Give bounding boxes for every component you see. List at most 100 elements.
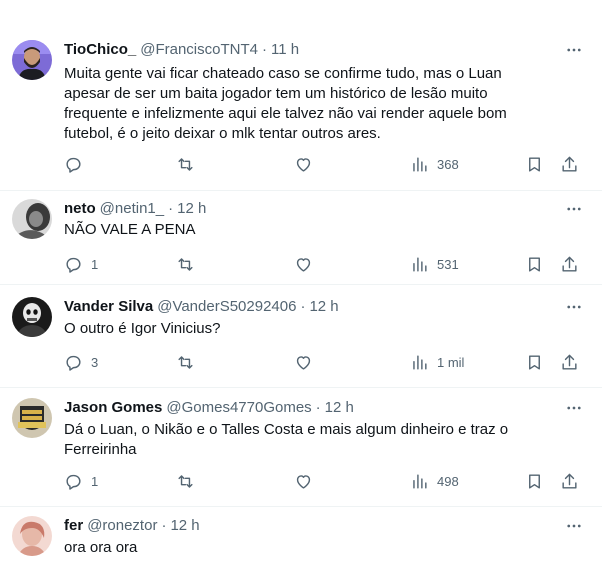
reply-button[interactable] bbox=[64, 154, 91, 174]
reply-button[interactable]: 3 bbox=[64, 352, 98, 372]
views-button[interactable]: 1 mil bbox=[410, 352, 464, 372]
display-name[interactable]: neto bbox=[64, 199, 96, 219]
avatar-badge-image bbox=[12, 398, 52, 438]
timestamp[interactable]: 12 h bbox=[170, 516, 199, 536]
views-icon bbox=[413, 354, 427, 370]
display-name[interactable]: Jason Gomes bbox=[64, 398, 162, 418]
like-button[interactable] bbox=[294, 254, 321, 274]
reply-icon bbox=[66, 157, 81, 173]
share-button[interactable] bbox=[560, 154, 579, 174]
share-icon bbox=[562, 473, 577, 489]
timestamp[interactable]: 11 h bbox=[271, 40, 299, 60]
bookmark-icon bbox=[529, 473, 540, 489]
avatar-man-beard-image bbox=[12, 40, 52, 80]
tweet-neto[interactable]: neto @netin1_ · 12 h NÃO VALE A PENA 1 5… bbox=[0, 191, 602, 285]
retweet-button[interactable] bbox=[176, 352, 203, 372]
share-icon bbox=[562, 256, 577, 272]
tweet-header: fer @roneztor · 12 h bbox=[64, 516, 566, 536]
retweet-icon bbox=[178, 157, 193, 171]
timestamp[interactable]: 12 h bbox=[177, 199, 206, 219]
user-handle[interactable]: @Gomes4770Gomes bbox=[166, 398, 311, 418]
more-icon[interactable] bbox=[562, 516, 586, 536]
timestamp[interactable]: 12 h bbox=[325, 398, 354, 418]
tweet-jason-gomes[interactable]: Jason Gomes @Gomes4770Gomes · 12 h Dá o … bbox=[0, 388, 602, 507]
avatar-dark-figure-image bbox=[12, 297, 52, 337]
avatar[interactable] bbox=[12, 40, 52, 80]
reply-button[interactable]: 1 bbox=[64, 471, 98, 491]
like-button[interactable] bbox=[294, 154, 321, 174]
bookmark-button[interactable] bbox=[525, 352, 544, 372]
tweet-fer[interactable]: fer @roneztor · 12 h ora ora ora bbox=[0, 507, 602, 571]
separator: · bbox=[261, 41, 267, 58]
bookmark-button[interactable] bbox=[525, 254, 544, 274]
views-count: 498 bbox=[437, 473, 459, 489]
avatar[interactable] bbox=[12, 516, 52, 556]
share-icon bbox=[562, 156, 577, 172]
like-icon bbox=[296, 474, 311, 489]
bookmark-button[interactable] bbox=[525, 471, 544, 491]
tweet-header: TioChico_ @FranciscoTNT4 · 11 h bbox=[64, 40, 566, 60]
reply-icon bbox=[66, 257, 81, 273]
display-name[interactable]: fer bbox=[64, 516, 83, 536]
views-icon bbox=[413, 473, 427, 489]
reply-button[interactable]: 1 bbox=[64, 254, 98, 274]
tweet-header: Jason Gomes @Gomes4770Gomes · 12 h bbox=[64, 398, 566, 418]
more-icon[interactable] bbox=[562, 398, 586, 418]
tweet-text: ora ora ora bbox=[64, 539, 138, 556]
reply-icon bbox=[66, 355, 81, 371]
views-button[interactable]: 498 bbox=[410, 471, 459, 491]
more-icon[interactable] bbox=[562, 297, 586, 317]
reply-count: 1 bbox=[91, 473, 99, 489]
views-icon bbox=[413, 156, 427, 172]
display-name[interactable]: Vander Silva bbox=[64, 297, 153, 317]
tweet-vander-silva[interactable]: Vander Silva @VanderS50292406 · 12 h O o… bbox=[0, 285, 602, 388]
action-bar: 368 bbox=[0, 154, 602, 174]
views-button[interactable]: 368 bbox=[410, 154, 459, 174]
retweet-icon bbox=[178, 474, 193, 488]
tweet-header: Vander Silva @VanderS50292406 · 12 h bbox=[64, 297, 566, 317]
like-icon bbox=[296, 257, 311, 272]
reply-feed: TioChico_ @FranciscoTNT4 · 11 h Muita ge… bbox=[0, 0, 602, 571]
tweet-header: neto @netin1_ · 12 h bbox=[64, 199, 566, 219]
user-handle[interactable]: @FranciscoTNT4 bbox=[140, 40, 258, 60]
separator: · bbox=[300, 298, 306, 315]
reply-icon bbox=[66, 474, 81, 490]
bookmark-button[interactable] bbox=[525, 154, 544, 174]
retweet-button[interactable] bbox=[176, 154, 203, 174]
bookmark-icon bbox=[529, 354, 540, 370]
views-button[interactable]: 531 bbox=[410, 254, 459, 274]
share-button[interactable] bbox=[560, 471, 579, 491]
share-button[interactable] bbox=[560, 352, 579, 372]
views-count: 368 bbox=[437, 156, 459, 172]
avatar[interactable] bbox=[12, 398, 52, 438]
like-icon bbox=[296, 157, 311, 172]
like-button[interactable] bbox=[294, 352, 321, 372]
avatar[interactable] bbox=[12, 199, 52, 239]
share-button[interactable] bbox=[560, 254, 579, 274]
user-handle[interactable]: @VanderS50292406 bbox=[157, 297, 296, 317]
user-handle[interactable]: @netin1_ bbox=[100, 199, 164, 219]
more-icon[interactable] bbox=[562, 199, 586, 219]
separator: · bbox=[315, 399, 321, 416]
avatar[interactable] bbox=[12, 297, 52, 337]
views-count: 531 bbox=[437, 256, 459, 272]
retweet-button[interactable] bbox=[176, 471, 203, 491]
bookmark-icon bbox=[529, 156, 540, 172]
retweet-icon bbox=[178, 355, 193, 369]
action-bar: 3 1 mil bbox=[0, 352, 602, 372]
timestamp[interactable]: 12 h bbox=[309, 297, 338, 317]
more-icon[interactable] bbox=[562, 40, 586, 60]
display-name[interactable]: TioChico_ bbox=[64, 40, 136, 60]
reply-count: 3 bbox=[91, 354, 99, 370]
tweet-tiochico[interactable]: TioChico_ @FranciscoTNT4 · 11 h Muita ge… bbox=[0, 27, 602, 191]
avatar-grayscale-image bbox=[12, 199, 52, 239]
action-bar: 1 498 bbox=[0, 471, 602, 491]
views-count: 1 mil bbox=[437, 354, 465, 370]
user-handle[interactable]: @roneztor bbox=[87, 516, 157, 536]
retweet-button[interactable] bbox=[176, 254, 203, 274]
like-button[interactable] bbox=[294, 471, 321, 491]
bookmark-icon bbox=[529, 256, 540, 272]
retweet-icon bbox=[178, 257, 193, 271]
tweet-text: O outro é Igor Vinicius? bbox=[64, 320, 221, 337]
like-icon bbox=[296, 355, 311, 370]
